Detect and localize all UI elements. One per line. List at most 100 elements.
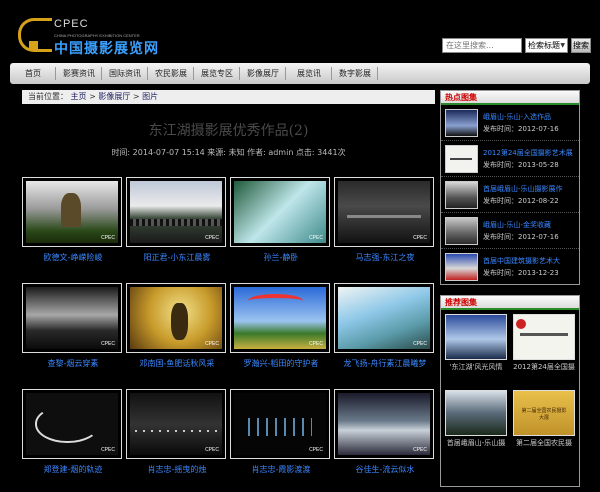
nav-item-image-gallery[interactable]: 影像展厅 xyxy=(240,63,286,84)
photo-image[interactable]: CPEC xyxy=(130,287,222,349)
photo-caption[interactable]: 马志强-东江之夜 xyxy=(334,252,436,263)
hot-thumb[interactable] xyxy=(445,216,478,245)
photo-image[interactable]: CPEC xyxy=(234,287,326,349)
hot-thumb[interactable] xyxy=(445,253,478,281)
photo-caption[interactable]: 肖志忠-霞影渡渡 xyxy=(230,464,332,475)
hot-thumb[interactable] xyxy=(445,144,478,173)
photo-grid: CPEC 欧德文-峥嵘险峻 CPEC 阳正君-小东江晨雾 CPEC 孙兰-静卧 … xyxy=(22,172,434,488)
watermark: CPEC xyxy=(101,341,115,347)
search-input[interactable] xyxy=(442,38,522,53)
photo-caption[interactable]: 罗瀚兴-稻田的守护者 xyxy=(230,358,332,369)
photo-item[interactable]: CPEC 查黎-烟云穿素 xyxy=(22,283,124,369)
watermark: CPEC xyxy=(309,235,323,241)
photo-image[interactable]: CPEC xyxy=(338,181,430,243)
photo-item[interactable]: CPEC 孙兰-静卧 xyxy=(230,177,332,263)
nav-item-digital-exhibition[interactable]: 数字影展 xyxy=(332,63,378,84)
search-button[interactable]: 搜索 xyxy=(571,38,591,53)
watermark: CPEC xyxy=(101,235,115,241)
photo-caption[interactable]: 邓南国-鱼肥话秋风采 xyxy=(126,358,228,369)
photo-item[interactable]: CPEC 邓南国-鱼肥话秋风采 xyxy=(126,283,228,369)
search-field-select[interactable]: 检索标题 ▼ xyxy=(525,38,568,53)
breadcrumb-section[interactable]: 影像展厅 xyxy=(98,92,130,101)
watermark: CPEC xyxy=(413,235,427,241)
photo-image[interactable]: CPEC xyxy=(234,181,326,243)
photo-item[interactable]: CPEC 郑登建-烟的轨迹 xyxy=(22,389,124,475)
logo-cn[interactable]: 中国摄影展览网 xyxy=(54,38,159,58)
photo-image[interactable]: CPEC xyxy=(338,393,430,455)
recommend-caption[interactable]: 2012第24届全国摄 xyxy=(513,362,575,372)
hot-date: 发布时间：2012-07-16 xyxy=(483,124,559,133)
photo-thumb[interactable]: CPEC xyxy=(334,283,434,353)
photo-caption[interactable]: 阳正君-小东江晨雾 xyxy=(126,252,228,263)
recommend-thumb[interactable]: 第二届全国农民摄影大展 xyxy=(513,390,575,436)
recommend-item[interactable]: 2012第24届全国摄 xyxy=(513,314,575,372)
photo-thumb[interactable]: CPEC xyxy=(22,283,122,353)
nav-item-contest-news[interactable]: 影赛资讯 xyxy=(56,63,102,84)
hot-title[interactable]: 峨眉山-乐山-金奖收藏 xyxy=(483,219,559,231)
nav-item-international[interactable]: 国际资讯 xyxy=(102,63,148,84)
photo-item[interactable]: CPEC 肖志忠-摇曳的烛 xyxy=(126,389,228,475)
watermark: CPEC xyxy=(205,235,219,241)
photo-caption[interactable]: 谷佳生-流云似水 xyxy=(334,464,436,475)
photo-thumb[interactable]: CPEC xyxy=(230,283,330,353)
recommend-thumb[interactable] xyxy=(513,314,575,360)
photo-item[interactable]: CPEC 龙飞扬-舟行素江晨曦梦 xyxy=(334,283,436,369)
photo-item[interactable]: CPEC 马志强-东江之夜 xyxy=(334,177,436,263)
photo-thumb[interactable]: CPEC xyxy=(22,389,122,459)
photo-image[interactable]: CPEC xyxy=(338,287,430,349)
photo-item[interactable]: CPEC 阳正君-小东江晨雾 xyxy=(126,177,228,263)
photo-caption[interactable]: 肖志忠-摇曳的烛 xyxy=(126,464,228,475)
recommend-caption[interactable]: 首届峨眉山-乐山摄 xyxy=(445,438,507,448)
photo-image[interactable]: CPEC xyxy=(234,393,326,455)
hot-thumb[interactable] xyxy=(445,108,478,137)
photo-image[interactable]: CPEC xyxy=(26,287,118,349)
hot-item[interactable]: 2012第24届全国摄影艺术展 发布时间：2013-05-28 xyxy=(441,141,579,177)
photo-caption[interactable]: 龙飞扬-舟行素江晨曦梦 xyxy=(334,358,436,369)
hot-item[interactable]: 峨眉山-乐山-入选作品 发布时间：2012-07-16 xyxy=(441,105,579,141)
photo-thumb[interactable]: CPEC xyxy=(334,389,434,459)
photo-image[interactable]: CPEC xyxy=(130,393,222,455)
hot-item[interactable]: 峨眉山-乐山-金奖收藏 发布时间：2012-07-16 xyxy=(441,213,579,249)
breadcrumb-home[interactable]: 主页 xyxy=(71,92,87,101)
recommend-caption[interactable]: '东江湖'风光风情 xyxy=(445,362,507,372)
photo-thumb[interactable]: CPEC xyxy=(126,283,226,353)
recommend-caption[interactable]: 第二届全国农民摄 xyxy=(513,438,575,448)
hot-title[interactable]: 2012第24届全国摄影艺术展 xyxy=(483,147,573,159)
photo-image[interactable]: CPEC xyxy=(26,393,118,455)
hot-title[interactable]: 首届中国建筑摄影艺术大 xyxy=(483,255,560,267)
logo-en[interactable]: CPEC xyxy=(54,18,89,30)
recommend-thumb[interactable] xyxy=(445,390,507,436)
photo-item[interactable]: CPEC 谷佳生-流云似水 xyxy=(334,389,436,475)
hot-title[interactable]: 首届峨眉山-乐山摄影展作 xyxy=(483,183,563,195)
recommend-item[interactable]: '东江湖'风光风情 xyxy=(445,314,507,372)
recommend-item[interactable]: 第二届全国农民摄影大展 第二届全国农民摄 xyxy=(513,390,575,448)
recommend-thumb[interactable] xyxy=(445,314,507,360)
photo-thumb[interactable]: CPEC xyxy=(126,389,226,459)
photo-thumb[interactable]: CPEC xyxy=(22,177,122,247)
hot-thumb[interactable] xyxy=(445,180,478,209)
photo-thumb[interactable]: CPEC xyxy=(230,177,330,247)
recommend-item[interactable]: 首届峨眉山-乐山摄 xyxy=(445,390,507,448)
photo-item[interactable]: CPEC 肖志忠-霞影渡渡 xyxy=(230,389,332,475)
hot-item[interactable]: 首届中国建筑摄影艺术大 发布时间：2013-12-23 xyxy=(441,249,579,285)
nav-item-home[interactable]: 首页 xyxy=(10,63,56,84)
photo-image[interactable]: CPEC xyxy=(130,181,222,243)
photo-item[interactable]: CPEC 欧德文-峥嵘险峻 xyxy=(22,177,124,263)
photo-image[interactable]: CPEC xyxy=(26,181,118,243)
nav-item-exhibition-zone[interactable]: 展览专区 xyxy=(194,63,240,84)
header: CPEC CHINA PHOTOGRAPHY EXHIBITION CENTER… xyxy=(0,0,600,62)
photo-caption[interactable]: 孙兰-静卧 xyxy=(230,252,332,263)
photo-item[interactable]: CPEC 罗瀚兴-稻田的守护者 xyxy=(230,283,332,369)
photo-thumb[interactable]: CPEC xyxy=(126,177,226,247)
hot-item[interactable]: 首届峨眉山-乐山摄影展作 发布时间：2012-08-22 xyxy=(441,177,579,213)
nav-item-farmer-exhibition[interactable]: 农民影展 xyxy=(148,63,194,84)
nav-item-exhibition-news[interactable]: 展览讯 xyxy=(286,63,332,84)
photo-caption[interactable]: 查黎-烟云穿素 xyxy=(22,358,124,369)
hot-date: 发布时间：2012-07-16 xyxy=(483,232,559,241)
breadcrumb-page[interactable]: 图片 xyxy=(142,92,158,101)
photo-caption[interactable]: 郑登建-烟的轨迹 xyxy=(22,464,124,475)
hot-title[interactable]: 峨眉山-乐山-入选作品 xyxy=(483,111,559,123)
photo-thumb[interactable]: CPEC xyxy=(230,389,330,459)
photo-caption[interactable]: 欧德文-峥嵘险峻 xyxy=(22,252,124,263)
photo-thumb[interactable]: CPEC xyxy=(334,177,434,247)
